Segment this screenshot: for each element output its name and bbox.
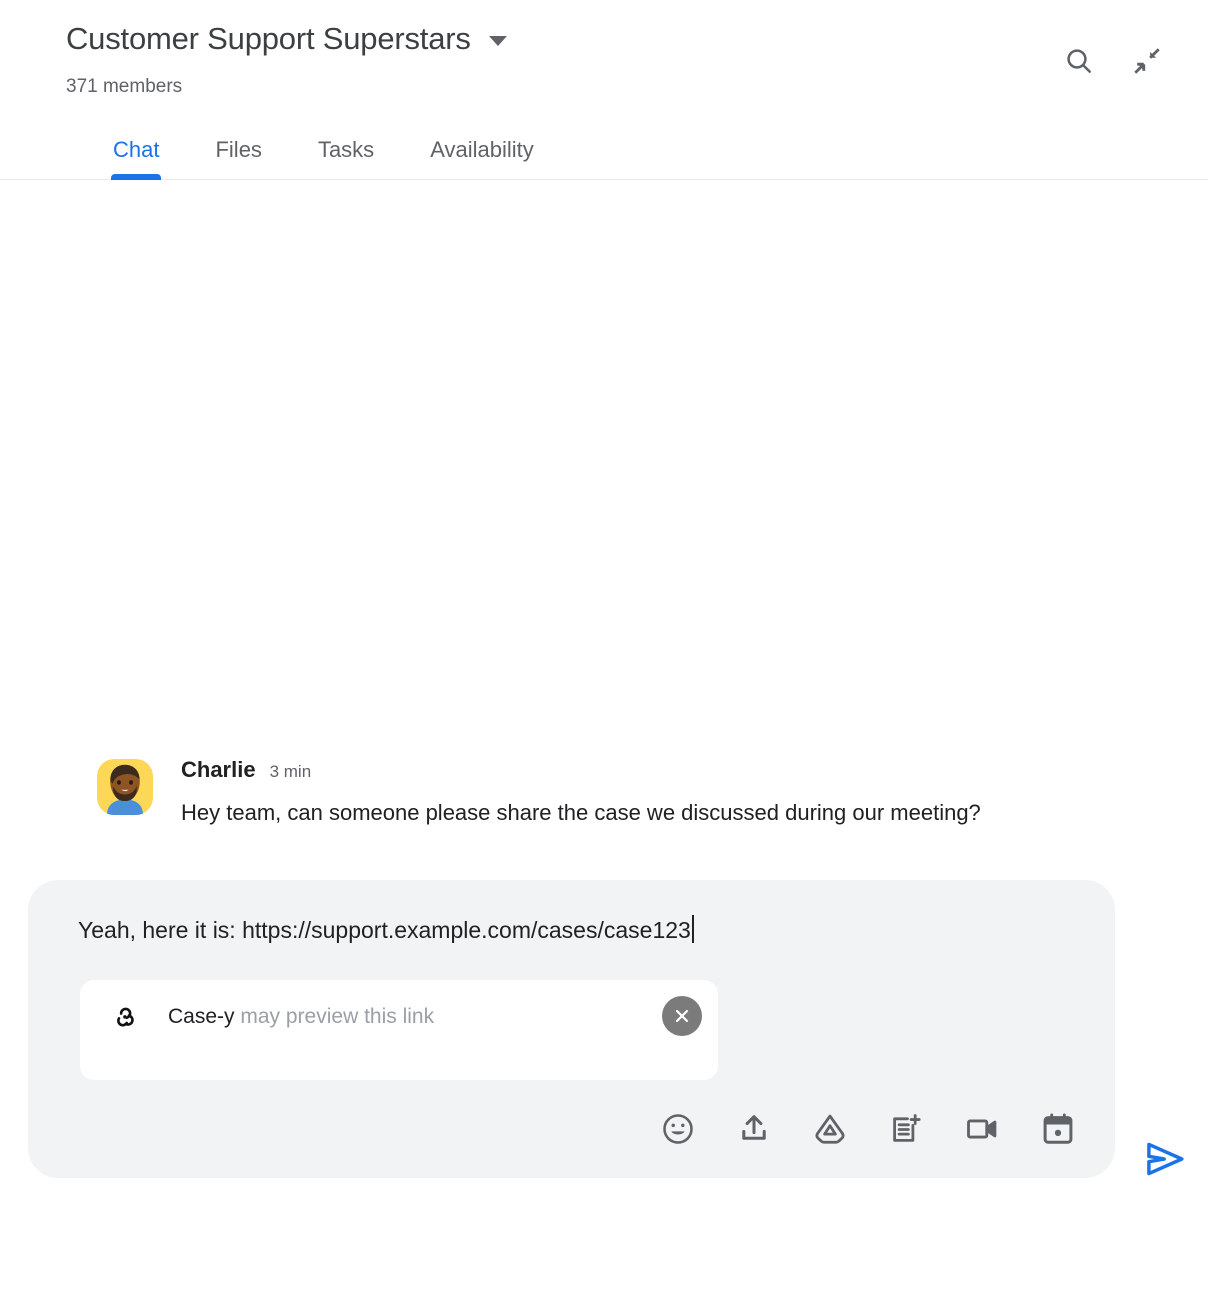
room-title-row: Customer Support Superstars [66,18,1062,60]
chat-room-panel: Customer Support Superstars 371 members [0,0,1208,1290]
search-icon[interactable] [1062,44,1096,78]
tab-files[interactable]: Files [215,135,261,179]
tab-chat[interactable]: Chat [110,135,162,180]
collapse-icon[interactable] [1130,44,1164,78]
header-actions [1062,18,1164,78]
link-preview-row: Case-y may preview this link [80,980,718,1032]
message-header: Charlie 3 min [181,755,1178,785]
upload-icon[interactable] [735,1110,773,1148]
room-title-block: Customer Support Superstars 371 members [66,18,1062,100]
room-tabs: Chat Files Tasks Availability [0,128,1208,180]
calendar-icon[interactable] [1039,1110,1077,1148]
chevron-down-icon[interactable] [488,36,507,46]
text-caret [691,915,694,943]
link-preview-hint: may preview this link [234,1005,435,1028]
send-button[interactable] [1141,1135,1189,1183]
message-body: Charlie 3 min Hey team, can someone plea… [181,755,1178,833]
close-icon[interactable] [662,996,702,1036]
compose-input[interactable]: Yeah, here it is: https://support.exampl… [54,906,691,946]
message-author: Charlie [181,757,256,782]
room-header: Customer Support Superstars 371 members [0,0,1208,180]
message-text: Hey team, can someone please share the c… [181,800,981,825]
avatar[interactable] [97,759,153,815]
page-title: Customer Support Superstars [66,21,471,56]
message-timestamp: 3 min [269,762,312,781]
compose-box[interactable]: Yeah, here it is: https://support.exampl… [28,880,1115,1178]
emoji-icon[interactable] [659,1110,697,1148]
webhook-icon [110,1002,140,1032]
link-preview-app-name: Case-y [168,1005,235,1028]
compose-input-row: Yeah, here it is: https://support.exampl… [54,906,1089,946]
message-item: Charlie 3 min Hey team, can someone plea… [0,755,1208,833]
room-header-top: Customer Support Superstars 371 members [0,18,1208,100]
google-drive-icon[interactable] [811,1110,849,1148]
tab-availability[interactable]: Availability [430,135,534,179]
tab-tasks[interactable]: Tasks [318,135,374,179]
link-preview-card: Case-y may preview this link [80,980,718,1080]
message-list: Charlie 3 min Hey team, can someone plea… [0,175,1208,875]
member-count: 371 members [66,76,183,97]
link-preview-text: Case-y may preview this link [168,1003,434,1031]
video-camera-icon[interactable] [963,1110,1001,1148]
compose-toolbar [54,1080,1089,1178]
new-document-icon[interactable] [887,1110,925,1148]
